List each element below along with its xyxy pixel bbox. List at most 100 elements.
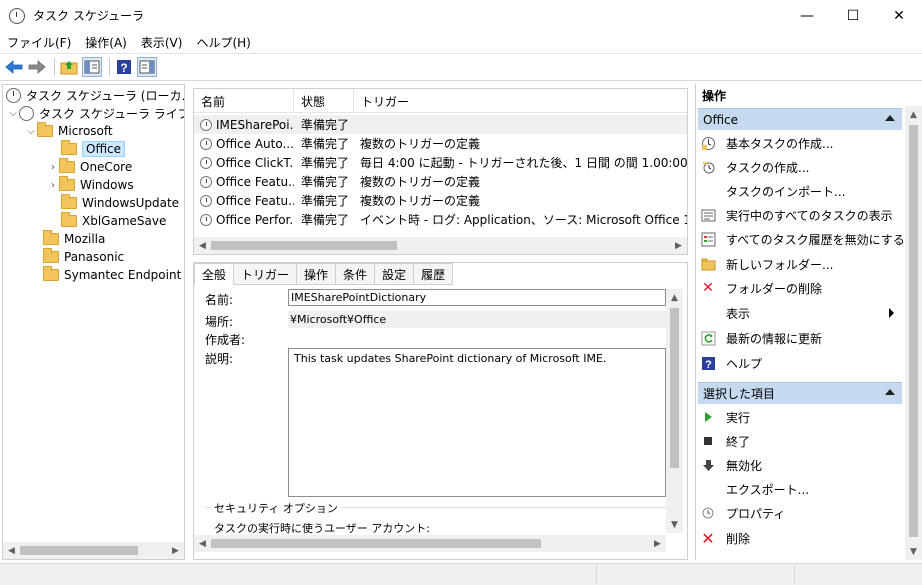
scroll-track[interactable]	[211, 535, 649, 552]
scroll-down-icon[interactable]: ▼	[666, 516, 683, 533]
section-selected-item[interactable]: 選択した項目	[698, 382, 902, 404]
tree-item-panasonic[interactable]: Panasonic	[43, 248, 124, 266]
action-end[interactable]: 終了	[700, 430, 900, 452]
tree-item-onecore[interactable]: › OneCore	[47, 158, 132, 176]
detail-horizontal-scrollbar[interactable]: ◀ ▶	[194, 535, 666, 552]
action-export[interactable]: エクスポート...	[700, 478, 900, 500]
tree-item-library[interactable]: ⌵ タスク スケジューラ ライブラリ	[7, 104, 184, 122]
scroll-track[interactable]	[211, 237, 670, 254]
action-help[interactable]: ? ヘルプ	[700, 352, 900, 374]
action-import-task[interactable]: タスクのインポート...	[700, 180, 900, 202]
tree-item-windows[interactable]: › Windows	[47, 176, 134, 194]
action-new-folder[interactable]: 新しいフォルダー...	[700, 253, 900, 275]
table-row[interactable]: Office Featu... 準備完了 複数のトリガーの定義	[194, 191, 687, 210]
console-tree[interactable]: タスク スケジューラ (ローカル) ⌵ タスク スケジューラ ライブラリ ⌵ M…	[2, 84, 185, 560]
chevron-right-icon[interactable]: ›	[47, 180, 59, 191]
section-office[interactable]: Office	[698, 108, 902, 130]
scroll-down-icon[interactable]: ▼	[905, 543, 922, 560]
action-delete[interactable]: ✕ 削除	[700, 527, 900, 549]
scroll-track[interactable]	[20, 542, 167, 559]
chevron-right-icon[interactable]: ›	[47, 162, 59, 173]
tab-settings[interactable]: 設定	[375, 263, 415, 285]
task-list[interactable]: 名前 状態 トリガー IMESharePoi... 準備完了 Office Au…	[193, 88, 688, 255]
folder-up-icon[interactable]	[59, 57, 79, 77]
scroll-thumb[interactable]	[211, 539, 541, 548]
tree-item-root[interactable]: タスク スケジューラ (ローカル)	[6, 86, 184, 104]
column-trigger[interactable]: トリガー	[354, 89, 687, 113]
help-icon[interactable]: ?	[114, 57, 134, 77]
tab-conditions[interactable]: 条件	[336, 263, 376, 285]
tab-actions[interactable]: 操作	[297, 263, 337, 285]
table-row[interactable]: Office Featu... 準備完了 複数のトリガーの定義	[194, 172, 687, 191]
tab-triggers[interactable]: トリガー	[234, 263, 298, 285]
action-display-running-tasks[interactable]: 実行中のすべてのタスクの表示	[700, 204, 900, 226]
tree-item-label: Panasonic	[64, 250, 125, 264]
tab-history[interactable]: 履歴	[414, 263, 454, 285]
task-clock-icon	[200, 175, 212, 188]
table-row[interactable]: Office ClickT... 準備完了 毎日 4:00 に起動 - トリガー…	[194, 153, 687, 172]
detail-vertical-scrollbar[interactable]: ▲ ▼	[666, 289, 683, 533]
task-status: 準備完了	[301, 213, 350, 227]
basic-task-icon	[700, 135, 716, 151]
show-hide-console-tree-icon[interactable]	[82, 57, 102, 77]
tree-horizontal-scrollbar[interactable]: ◀ ▶	[3, 542, 184, 559]
scroll-thumb[interactable]	[670, 308, 679, 468]
tree-item-microsoft[interactable]: ⌵ Microsoft	[25, 122, 113, 140]
scroll-left-icon[interactable]: ◀	[194, 535, 211, 552]
tree-item-office[interactable]: Office	[61, 140, 126, 158]
menu-file[interactable]: ファイル(F)	[0, 34, 78, 51]
action-label: 新しいフォルダー...	[726, 257, 834, 272]
scroll-right-icon[interactable]: ▶	[167, 542, 184, 559]
action-delete-folder[interactable]: ✕ フォルダーの削除	[700, 277, 900, 299]
action-refresh[interactable]: 最新の情報に更新	[700, 327, 900, 349]
back-icon[interactable]	[4, 57, 24, 77]
action-label: エクスポート...	[726, 482, 810, 497]
table-row[interactable]: IMESharePoi... 準備完了	[194, 115, 687, 134]
maximize-button[interactable]: ☐	[830, 0, 876, 31]
create-task-icon	[700, 159, 716, 175]
help-icon: ?	[700, 355, 716, 371]
action-view-menu[interactable]: 表示	[700, 302, 900, 324]
close-button[interactable]: ✕	[876, 0, 922, 31]
table-row[interactable]: Office Auto... 準備完了 複数のトリガーの定義	[194, 134, 687, 153]
action-create-basic-task[interactable]: 基本タスクの作成...	[700, 132, 900, 154]
action-disable-history[interactable]: すべてのタスク履歴を無効にする	[700, 228, 905, 250]
scroll-up-icon[interactable]: ▲	[905, 106, 922, 123]
name-field[interactable]: IMESharePointDictionary	[288, 289, 666, 306]
scroll-thumb[interactable]	[211, 241, 397, 250]
scroll-thumb[interactable]	[909, 125, 918, 537]
collapse-up-icon[interactable]	[885, 389, 895, 395]
scroll-right-icon[interactable]: ▶	[649, 535, 666, 552]
folder-icon	[61, 140, 77, 155]
minimize-button[interactable]: —	[784, 0, 830, 31]
collapse-up-icon[interactable]	[885, 115, 895, 121]
tree-item-xblgamesave[interactable]: XblGameSave	[61, 212, 166, 230]
show-hide-action-pane-icon[interactable]	[137, 57, 157, 77]
tree-item-mozilla[interactable]: Mozilla	[43, 230, 105, 248]
tab-general[interactable]: 全般	[194, 263, 235, 285]
actions-vertical-scrollbar[interactable]: ▲ ▼	[905, 106, 922, 560]
chevron-down-icon[interactable]: ⌵	[25, 126, 37, 137]
menu-view[interactable]: 表示(V)	[134, 34, 190, 51]
action-create-task[interactable]: タスクの作成...	[700, 156, 900, 178]
table-row[interactable]: Office Perfor... 準備完了 イベント時 - ログ: Applic…	[194, 210, 687, 229]
tree-item-symantec[interactable]: Symantec Endpoint Pr	[43, 266, 184, 284]
chevron-down-icon[interactable]: ⌵	[7, 108, 19, 119]
scroll-thumb[interactable]	[20, 546, 138, 555]
action-disable[interactable]: 無効化	[700, 454, 900, 476]
menu-action[interactable]: 操作(A)	[78, 34, 134, 51]
run-as-account-label: タスクの実行時に使うユーザー アカウント:	[214, 522, 430, 535]
action-properties[interactable]: プロパティ	[700, 502, 900, 524]
column-name[interactable]: 名前	[194, 89, 294, 113]
action-run[interactable]: 実行	[700, 406, 900, 428]
description-field[interactable]: This task updates SharePoint dictionary …	[288, 348, 666, 497]
menu-help[interactable]: ヘルプ(H)	[189, 34, 257, 51]
scroll-up-icon[interactable]: ▲	[666, 289, 683, 306]
column-status[interactable]: 状態	[294, 89, 354, 113]
tasklist-horizontal-scrollbar[interactable]: ◀ ▶	[194, 237, 687, 254]
scroll-left-icon[interactable]: ◀	[3, 542, 20, 559]
tree-item-windowsupdate[interactable]: WindowsUpdate	[61, 194, 179, 212]
scroll-right-icon[interactable]: ▶	[670, 237, 687, 254]
scroll-left-icon[interactable]: ◀	[194, 237, 211, 254]
forward-icon[interactable]	[27, 57, 47, 77]
